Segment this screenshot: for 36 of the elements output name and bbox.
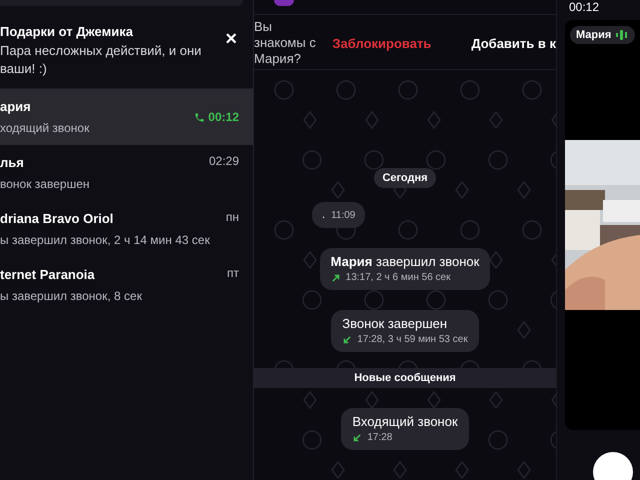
close-button[interactable]: ×	[223, 30, 239, 48]
chat-time: пт	[227, 266, 239, 280]
chat-preview: вонок завершен	[0, 177, 90, 191]
call-title: Звонок завершен	[342, 316, 448, 331]
call-details: 17:28, 3 ч 59 мин 53 сек	[357, 334, 468, 345]
chat-name: driana Bravo Oriol	[0, 211, 114, 226]
avatar	[274, 0, 294, 6]
chat-item[interactable]: лья вонок завершен 02:29	[0, 145, 253, 201]
chat-preview: ходящий звонок	[0, 121, 90, 135]
chat-name: ternet Paranoia	[0, 267, 96, 282]
chat-time: пн	[226, 210, 239, 224]
call-timer: 00:12	[569, 0, 600, 14]
participant-name: Мария	[576, 29, 612, 41]
chat-item[interactable]: ternet Paranoia ы завершил звонок, 8 сек пт	[0, 257, 253, 313]
call-details: 13:17, 2 ч 6 мин 56 сек	[346, 272, 450, 283]
call-details: 17:28	[367, 432, 392, 443]
chat-name: ария	[0, 99, 32, 114]
block-button[interactable]: Заблокировать	[332, 36, 432, 50]
chat-preview: ы завершил звонок, 8 сек	[0, 289, 143, 303]
chat-name: лья	[0, 155, 25, 170]
phone-icon	[194, 112, 206, 122]
call-title: Входящий звонок	[352, 414, 458, 429]
chat-item[interactable]: driana Bravo Oriol ы завершил звонок, 2 ч 14 мин 43 сек пн	[0, 201, 253, 257]
call-title: Мария завершил звонок	[330, 254, 480, 269]
action-question: Вы знакомы с Мария?	[254, 19, 316, 67]
chat-preview: ы завершил звонок, 2 ч 14 мин 43 сек	[0, 233, 211, 247]
chat-item[interactable]: ария ходящий звонок 00:12	[0, 89, 253, 145]
chat-time: 00:12	[208, 110, 239, 124]
date-label: Сегодня	[374, 168, 436, 188]
banner-title: Подарки от Джемика	[0, 24, 134, 39]
add-contact-button[interactable]: Добавить в к	[471, 36, 556, 50]
message-time: 11:09	[331, 210, 356, 220]
chat-time: 02:29	[208, 154, 239, 168]
message-text: .	[322, 209, 326, 221]
banner-text: Пара несложных действий, и они ваши! :)	[0, 42, 202, 78]
round-button[interactable]	[593, 452, 633, 480]
